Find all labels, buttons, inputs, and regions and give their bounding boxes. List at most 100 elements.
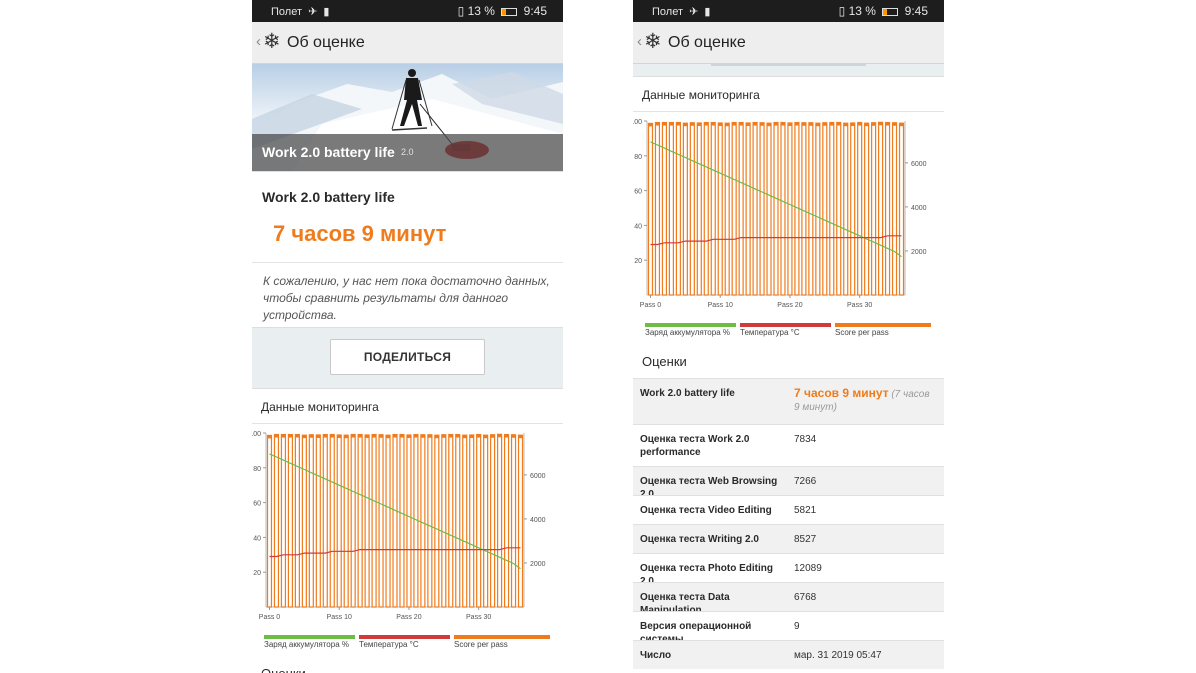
vibrate-icon: ▯	[838, 4, 846, 18]
score-bar	[392, 433, 398, 608]
score-bar-cap	[739, 122, 744, 126]
hero-title: Work 2.0 battery life	[262, 144, 395, 160]
y-tick-label-left: 40	[634, 223, 642, 230]
temperature-line	[650, 235, 902, 246]
hero-banner: Work 2.0 battery life 2.0	[252, 64, 563, 171]
score-bar-cap	[669, 122, 674, 126]
score-bar	[510, 434, 517, 608]
y-tick-label-right: 4000	[911, 205, 927, 212]
x-tick-label: Pass 20	[396, 614, 421, 621]
share-area: ПОДЕЛИТЬСЯ	[252, 328, 563, 388]
y-tick-label-left: 60	[253, 501, 261, 508]
score-bar	[399, 433, 405, 608]
content-scroll[interactable]: Work 2.0 battery life 2.0 Work 2.0 batte…	[252, 64, 563, 673]
score-bar-cap	[808, 122, 813, 126]
score-bar-cap	[746, 122, 751, 126]
score-bar	[483, 434, 489, 608]
chevron-left-icon[interactable]: ‹	[637, 33, 642, 50]
score-row: Оценка теста Photo Editing 2.012089	[633, 553, 944, 587]
score-bar-cap	[518, 435, 523, 439]
score-bar	[787, 122, 793, 296]
y-tick-label-left: 80	[634, 154, 642, 161]
score-value: 5821	[794, 505, 817, 516]
score-bar	[696, 122, 702, 296]
score-value-main: 7 часов 9 минут	[794, 386, 889, 400]
result-title: Work 2.0 battery life	[262, 189, 395, 205]
x-tick-label: Pass 10	[708, 302, 733, 309]
score-bar	[434, 434, 440, 608]
score-bar	[308, 434, 314, 608]
snowflake-icon: ❄	[644, 30, 662, 53]
score-row: Число мар. 31 2019 05:47	[633, 640, 944, 669]
score-bar	[287, 433, 293, 608]
score-bar	[759, 122, 765, 296]
score-bar	[294, 433, 300, 608]
score-bar	[689, 122, 695, 296]
score-bar	[406, 434, 412, 608]
score-bar	[773, 121, 779, 296]
score-bar-cap	[281, 434, 286, 438]
score-bar-cap	[857, 122, 862, 126]
legend-swatch-temperature	[359, 635, 450, 639]
score-bar-cap	[704, 122, 709, 126]
score-bar-cap	[655, 122, 660, 126]
score-bar-cap	[683, 123, 688, 127]
score-bar	[441, 434, 447, 608]
score-bar-cap	[427, 434, 432, 438]
scores-title: Оценки	[642, 354, 687, 369]
score-bar	[891, 122, 898, 296]
score-bar-cap	[864, 123, 869, 127]
score-bar-cap	[871, 122, 876, 126]
score-bar-cap	[316, 434, 321, 438]
score-row: Work 2.0 battery life 7 часов 9 минут (7 …	[633, 378, 944, 424]
clock: 9:45	[523, 4, 547, 18]
score-bar	[301, 434, 307, 608]
score-bar-cap	[337, 434, 342, 438]
battery-percent: 13 %	[467, 4, 495, 18]
x-tick-label: Pass 20	[777, 302, 802, 309]
score-bar	[517, 434, 524, 608]
legend-battery: Заряд аккумулятора %	[645, 328, 730, 337]
score-bar	[898, 122, 905, 296]
score-value: 8527	[794, 534, 817, 545]
score-bar	[469, 434, 475, 608]
monitoring-title: Данные мониторинга	[261, 400, 379, 414]
divider	[252, 262, 563, 263]
y-tick-label-right: 6000	[530, 473, 546, 480]
battery-icon	[882, 7, 899, 16]
score-bar	[343, 434, 349, 608]
score-bar-cap	[413, 434, 418, 438]
legend-temperature: Температура °C	[359, 640, 419, 649]
score-bar	[273, 433, 280, 608]
score-bar-cap	[794, 122, 799, 126]
app-bar: ‹ ❄ Об оценке	[252, 22, 563, 64]
page-title: Об оценке	[668, 34, 746, 51]
score-bar-cap	[399, 434, 404, 438]
score-bar-cap	[829, 122, 834, 126]
legend-score: Score per pass	[835, 328, 889, 337]
score-bar-cap	[462, 435, 467, 439]
chevron-left-icon[interactable]: ‹	[256, 33, 261, 50]
score-bar-cap	[760, 122, 765, 126]
score-row: Оценка теста Video Editing 5821	[633, 495, 944, 524]
sim-icon: ▮	[323, 6, 330, 18]
score-bar	[647, 122, 654, 296]
airplane-icon: ✈	[308, 6, 318, 18]
legend-swatch-temperature	[740, 323, 831, 327]
score-bar	[336, 434, 342, 608]
score-bar-cap	[836, 122, 841, 126]
vibrate-icon: ▯	[457, 4, 465, 18]
share-button[interactable]: ПОДЕЛИТЬСЯ	[330, 339, 485, 375]
y-tick-label-left: 40	[253, 535, 261, 542]
x-tick-label: Pass 30	[466, 614, 491, 621]
score-bar	[654, 121, 661, 296]
x-tick-label: Pass 30	[847, 302, 872, 309]
legend-battery: Заряд аккумулятора %	[264, 640, 349, 649]
score-bar-cap	[386, 435, 391, 439]
score-bar	[884, 121, 891, 296]
score-bar	[829, 121, 835, 296]
score-bar	[836, 121, 842, 296]
score-bar-cap	[469, 434, 474, 438]
content-scroll[interactable]: Данные мониторинга 20 40 60 80 100 2000 4000 60…	[633, 64, 944, 673]
score-bar-cap	[358, 434, 363, 438]
